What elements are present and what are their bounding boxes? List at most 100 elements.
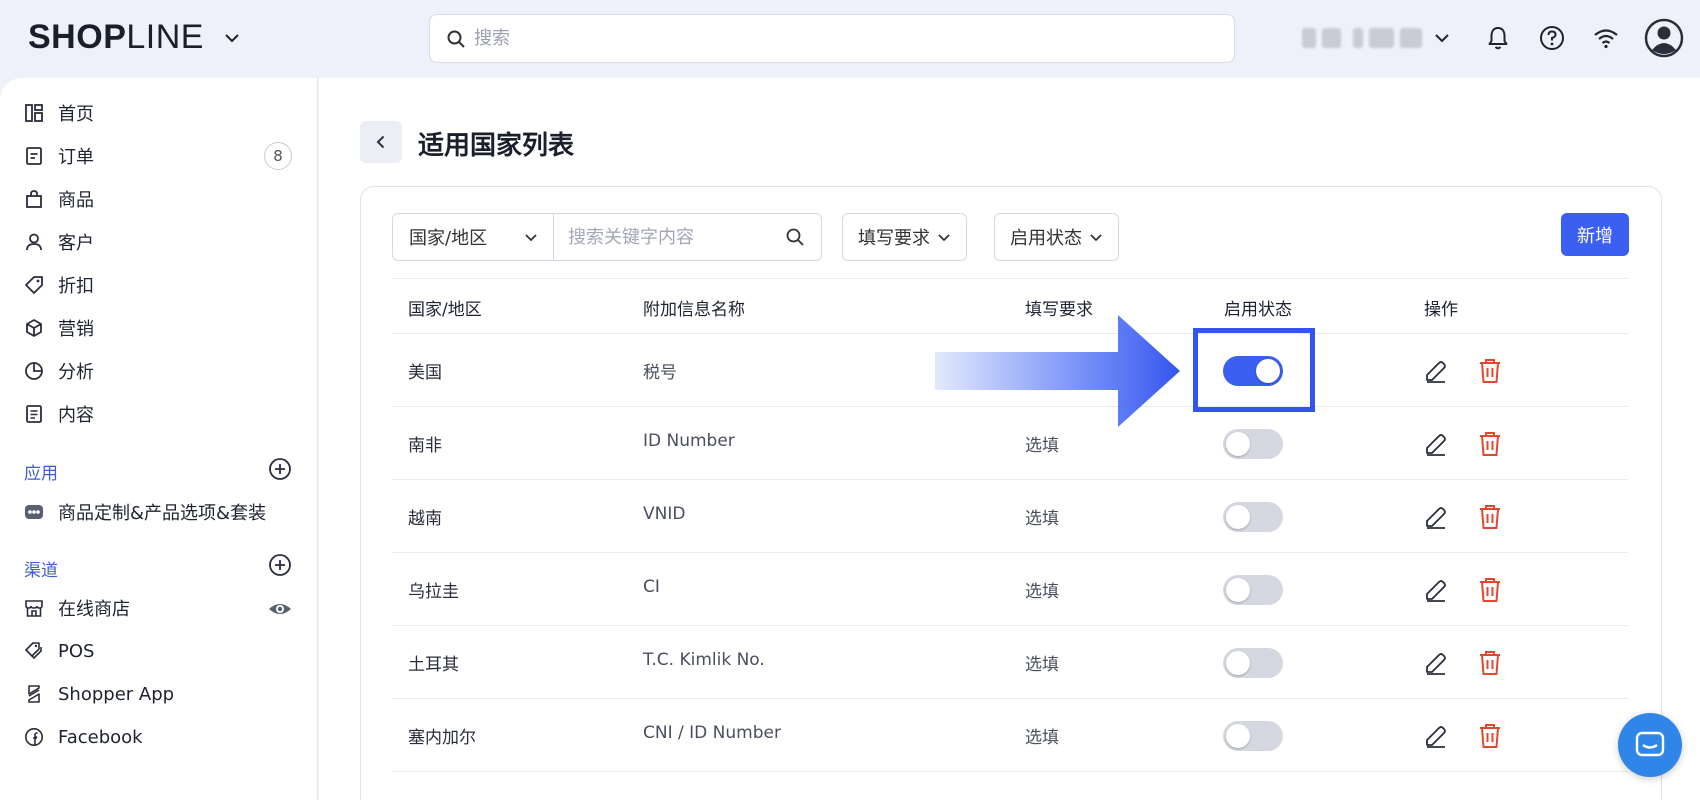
sidebar-item-label: 分析 xyxy=(58,362,94,383)
edit-pencil-icon[interactable] xyxy=(1423,650,1449,676)
region-filter-label: 国家/地区 xyxy=(409,228,488,249)
table-row: 塞内加尔 CNI / ID Number 选填 xyxy=(392,699,1628,772)
store-icon xyxy=(25,600,43,617)
trash-icon[interactable] xyxy=(1477,576,1503,604)
edit-pencil-icon[interactable] xyxy=(1423,723,1449,749)
add-button[interactable]: 新增 xyxy=(1561,213,1629,256)
edit-pencil-icon[interactable] xyxy=(1423,358,1449,384)
sidebar-item-label: 商品定制&产品选项&套装 xyxy=(58,503,267,524)
country-cell: 越南 xyxy=(408,509,442,529)
sidebar-item-customers[interactable]: 客户 xyxy=(24,227,294,257)
info-name-cell: CNI / ID Number xyxy=(643,723,781,743)
add-app-plus-icon[interactable] xyxy=(268,457,292,481)
help-icon[interactable] xyxy=(1538,24,1566,52)
add-channel-plus-icon[interactable] xyxy=(268,553,292,577)
eye-icon[interactable] xyxy=(268,597,292,621)
bag-icon xyxy=(26,190,42,208)
sidebar-item-home[interactable]: 首页 xyxy=(24,98,294,128)
pos-tag-icon xyxy=(25,642,42,660)
trash-icon[interactable] xyxy=(1477,430,1503,458)
pie-chart-icon xyxy=(25,362,43,380)
sidebar-item-orders[interactable]: 订单 8 xyxy=(24,141,294,171)
column-header-country: 国家/地区 xyxy=(408,300,482,320)
page-title: 适用国家列表 xyxy=(418,131,575,161)
trash-icon[interactable] xyxy=(1477,503,1503,531)
status-filter-dropdown[interactable]: 启用状态 xyxy=(994,213,1119,261)
info-name-cell: VNID xyxy=(643,504,686,524)
requirement-cell: 选填 xyxy=(1025,509,1059,529)
global-search-input[interactable] xyxy=(474,28,1174,49)
chevron-down-icon xyxy=(525,234,537,242)
user-icon xyxy=(26,233,42,251)
sidebar-item-label: 商品 xyxy=(58,190,94,211)
chevron-down-icon xyxy=(938,234,950,242)
back-button[interactable] xyxy=(360,121,402,163)
account-chevron-down-icon[interactable] xyxy=(1432,28,1452,48)
trash-icon[interactable] xyxy=(1477,649,1503,677)
info-name-cell: ID Number xyxy=(643,431,735,451)
status-toggle[interactable] xyxy=(1223,648,1283,678)
keyword-search-input[interactable] xyxy=(568,226,768,248)
status-toggle[interactable] xyxy=(1223,429,1283,459)
region-filter-select[interactable]: 国家/地区 xyxy=(393,214,554,260)
store-switch-chevron-icon[interactable] xyxy=(222,28,242,48)
requirement-filter-dropdown[interactable]: 填写要求 xyxy=(842,213,967,261)
sidebar-item-label: Facebook xyxy=(58,726,143,748)
sidebar-item-content[interactable]: 内容 xyxy=(24,399,294,429)
sidebar-item-app-customization[interactable]: 商品定制&产品选项&套装 xyxy=(24,497,294,527)
bell-icon[interactable] xyxy=(1484,24,1512,52)
blur-block xyxy=(1400,28,1422,48)
sidebar-item-products[interactable]: 商品 xyxy=(24,184,294,214)
highlight-box xyxy=(1193,328,1315,412)
sidebar-item-label: 订单 xyxy=(58,147,94,168)
avatar-icon[interactable] xyxy=(1644,18,1684,58)
status-toggle[interactable] xyxy=(1223,575,1283,605)
sidebar-item-facebook[interactable]: Facebook xyxy=(24,722,294,752)
sidebar-item-label: 客户 xyxy=(58,233,94,254)
column-header-info-name: 附加信息名称 xyxy=(643,300,745,320)
sidebar-item-label: POS xyxy=(58,640,95,662)
home-icon xyxy=(25,104,43,122)
sidebar-item-discounts[interactable]: 折扣 xyxy=(24,270,294,300)
sidebar-item-label: 营销 xyxy=(58,319,94,340)
wifi-icon[interactable] xyxy=(1592,24,1620,52)
sidebar-item-analytics[interactable]: 分析 xyxy=(24,356,294,386)
sidebar-item-label: 在线商店 xyxy=(58,599,130,620)
apps-section-label: 应用 xyxy=(24,464,58,484)
status-toggle[interactable] xyxy=(1223,502,1283,532)
info-name-cell: 税号 xyxy=(643,363,677,383)
requirement-filter-label: 填写要求 xyxy=(858,228,930,249)
sidebar-item-label: 首页 xyxy=(58,104,94,125)
search-icon[interactable] xyxy=(785,227,805,247)
logo-text-d: LINE xyxy=(126,18,204,56)
chat-support-button[interactable] xyxy=(1618,713,1682,777)
requirement-cell: 选填 xyxy=(1025,728,1059,748)
edit-pencil-icon[interactable] xyxy=(1423,431,1449,457)
global-search[interactable] xyxy=(429,14,1235,63)
app-badge-icon xyxy=(25,505,43,519)
status-toggle[interactable] xyxy=(1223,721,1283,751)
trash-icon[interactable] xyxy=(1477,722,1503,750)
edit-pencil-icon[interactable] xyxy=(1423,577,1449,603)
sidebar-item-online-store[interactable]: 在线商店 xyxy=(24,593,294,623)
info-name-cell: T.C. Kimlik No. xyxy=(643,650,765,670)
blur-block xyxy=(1369,28,1395,48)
shopline-logo[interactable]: SH O P LINE xyxy=(28,18,204,57)
country-cell: 乌拉圭 xyxy=(408,582,459,602)
sidebar-item-shopper-app[interactable]: Shopper App xyxy=(24,679,294,709)
edit-pencil-icon[interactable] xyxy=(1423,504,1449,530)
sidebar-item-pos[interactable]: POS xyxy=(24,636,294,666)
chevron-down-icon xyxy=(1090,234,1102,242)
account-name-blurred[interactable] xyxy=(1302,26,1422,50)
info-name-cell: CI xyxy=(643,577,660,597)
channels-section-label: 渠道 xyxy=(24,561,58,581)
keyword-search-field[interactable] xyxy=(554,214,821,260)
logo-text-c: P xyxy=(103,18,127,56)
requirement-cell: 选填 xyxy=(1025,582,1059,602)
country-cell: 土耳其 xyxy=(408,655,459,675)
table-row: 土耳其 T.C. Kimlik No. 选填 xyxy=(392,626,1628,699)
tag-icon xyxy=(25,276,43,294)
trash-icon[interactable] xyxy=(1477,357,1503,385)
country-cell: 塞内加尔 xyxy=(408,728,476,748)
sidebar-item-marketing[interactable]: 营销 xyxy=(24,313,294,343)
